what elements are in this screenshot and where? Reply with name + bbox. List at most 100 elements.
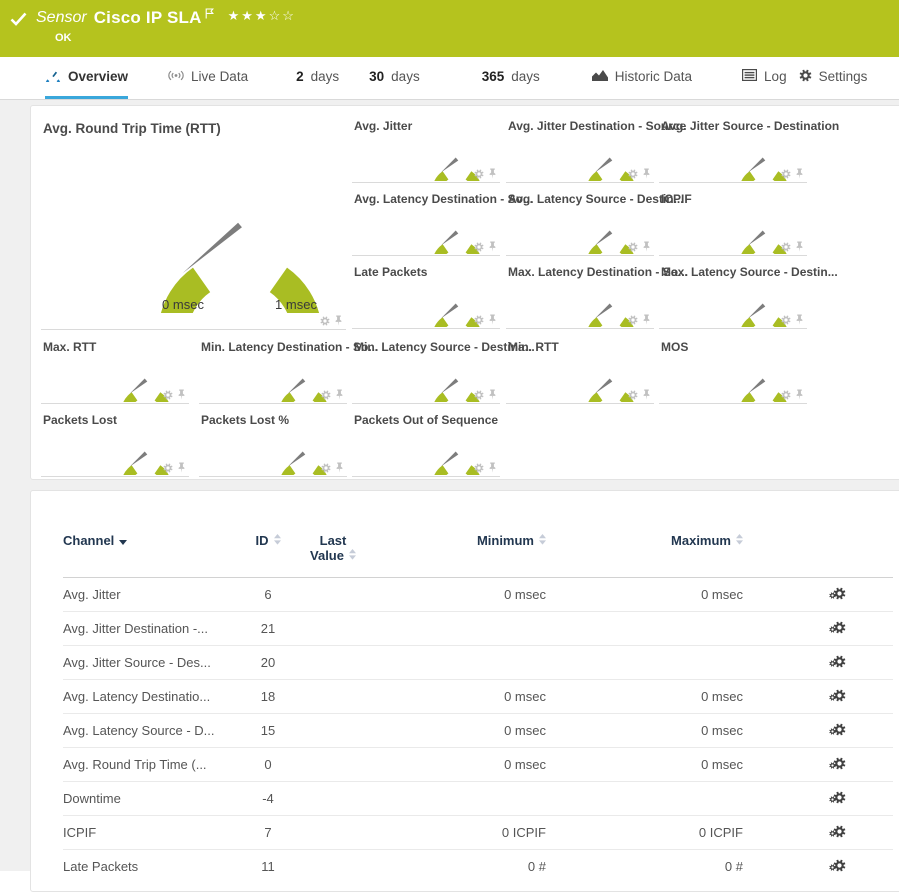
tab-settings[interactable]: Settings bbox=[799, 57, 868, 99]
panel-actions bbox=[781, 314, 804, 325]
sort-icon bbox=[349, 548, 356, 563]
log-icon bbox=[742, 69, 757, 84]
gauge-panel: Avg. Latency Source - Destin... bbox=[506, 186, 654, 256]
gear-icon[interactable] bbox=[163, 390, 173, 400]
gauge-icon bbox=[45, 68, 61, 85]
channel-minimum: 0 msec bbox=[363, 680, 546, 714]
tab-log[interactable]: Log bbox=[742, 57, 787, 99]
pin-icon[interactable] bbox=[642, 168, 651, 179]
pin-icon[interactable] bbox=[795, 389, 804, 400]
gear-icon[interactable] bbox=[781, 242, 791, 252]
col-header-channel[interactable]: Channel bbox=[63, 533, 233, 578]
col-header-id[interactable]: ID bbox=[233, 533, 303, 578]
sort-icon bbox=[539, 533, 546, 548]
channel-maximum: 0 msec bbox=[546, 578, 743, 612]
channel-name[interactable]: Avg. Latency Source - D... bbox=[63, 714, 233, 748]
channel-id: -4 bbox=[233, 782, 303, 816]
gauge-title: Min. Latency Destination - So... bbox=[199, 334, 347, 354]
channel-settings-icon[interactable] bbox=[833, 621, 846, 634]
gear-icon[interactable] bbox=[474, 242, 484, 252]
gear-icon[interactable] bbox=[628, 169, 638, 179]
channel-id: 7 bbox=[233, 816, 303, 850]
tab-overview[interactable]: Overview bbox=[45, 57, 128, 99]
channel-settings-icon[interactable] bbox=[833, 859, 846, 872]
pin-icon[interactable] bbox=[177, 462, 186, 473]
channel-settings-icon[interactable] bbox=[833, 757, 846, 770]
tab-live-data[interactable]: Live Data bbox=[168, 57, 248, 99]
channel-minimum bbox=[363, 646, 546, 680]
col-header-actions bbox=[743, 533, 893, 578]
pin-icon[interactable] bbox=[488, 168, 497, 179]
pin-icon[interactable] bbox=[488, 241, 497, 252]
pin-icon[interactable] bbox=[795, 241, 804, 252]
channel-name[interactable]: Avg. Jitter Destination -... bbox=[63, 612, 233, 646]
pin-icon[interactable] bbox=[795, 168, 804, 179]
gear-icon[interactable] bbox=[320, 316, 330, 326]
pin-icon[interactable] bbox=[642, 241, 651, 252]
channel-settings-icon[interactable] bbox=[833, 723, 846, 736]
channel-settings-icon[interactable] bbox=[833, 587, 846, 600]
gear-icon[interactable] bbox=[628, 315, 638, 325]
gear-icon[interactable] bbox=[781, 390, 791, 400]
pin-icon[interactable] bbox=[795, 314, 804, 325]
channel-maximum: 0 msec bbox=[546, 748, 743, 782]
pin-icon[interactable] bbox=[334, 315, 343, 326]
pin-icon[interactable] bbox=[642, 314, 651, 325]
panel-actions bbox=[474, 389, 497, 400]
gauge-title: Avg. Jitter Source - Destination bbox=[659, 113, 807, 133]
channel-settings-icon[interactable] bbox=[833, 791, 846, 804]
tab-365-days[interactable]: 365days bbox=[482, 57, 540, 99]
priority-stars[interactable]: ★★★☆☆ bbox=[228, 8, 296, 24]
panel-actions bbox=[781, 241, 804, 252]
gear-icon[interactable] bbox=[781, 315, 791, 325]
channel-id: 11 bbox=[233, 850, 303, 884]
gear-icon[interactable] bbox=[628, 390, 638, 400]
channel-last-value bbox=[303, 714, 363, 748]
channel-name[interactable]: Avg. Jitter Source - Des... bbox=[63, 646, 233, 680]
tab-historic-data[interactable]: Historic Data bbox=[592, 57, 692, 99]
col-header-maximum[interactable]: Maximum bbox=[546, 533, 743, 578]
channel-row: ICPIF70 ICPIF0 ICPIF bbox=[63, 816, 893, 850]
gear-icon[interactable] bbox=[781, 169, 791, 179]
panel-actions bbox=[628, 314, 651, 325]
channel-name[interactable]: Downtime bbox=[63, 782, 233, 816]
channel-name[interactable]: Avg. Jitter bbox=[63, 578, 233, 612]
gear-icon[interactable] bbox=[321, 390, 331, 400]
channel-last-value bbox=[303, 680, 363, 714]
status-check-icon bbox=[10, 12, 27, 26]
pin-icon[interactable] bbox=[335, 462, 344, 473]
channel-settings-icon[interactable] bbox=[833, 689, 846, 702]
gear-icon[interactable] bbox=[474, 390, 484, 400]
channel-name[interactable]: ICPIF bbox=[63, 816, 233, 850]
channel-name[interactable]: Avg. Round Trip Time (... bbox=[63, 748, 233, 782]
gauge-panel: Avg. Jitter Destination - Source bbox=[506, 113, 654, 183]
table-header-row: Channel ID Last Value Minimum Maximum bbox=[63, 533, 893, 578]
gear-icon[interactable] bbox=[474, 315, 484, 325]
pin-icon[interactable] bbox=[642, 389, 651, 400]
gear-icon[interactable] bbox=[628, 242, 638, 252]
channel-name[interactable]: Avg. Latency Destinatio... bbox=[63, 680, 233, 714]
col-header-last-value[interactable]: Last Value bbox=[303, 533, 363, 578]
channel-row: Downtime-4 bbox=[63, 782, 893, 816]
gauge-panel: Min. RTT bbox=[506, 334, 654, 404]
gear-icon[interactable] bbox=[474, 169, 484, 179]
col-header-minimum[interactable]: Minimum bbox=[363, 533, 546, 578]
tab-2-days[interactable]: 2days bbox=[296, 57, 339, 99]
gear-icon[interactable] bbox=[163, 463, 173, 473]
pin-icon[interactable] bbox=[488, 314, 497, 325]
panel-actions bbox=[628, 389, 651, 400]
gear-icon[interactable] bbox=[474, 463, 484, 473]
area-chart-icon bbox=[592, 69, 608, 84]
flag-icon[interactable] bbox=[205, 8, 214, 19]
channel-maximum: 0 ICPIF bbox=[546, 816, 743, 850]
channel-settings-icon[interactable] bbox=[833, 825, 846, 838]
channel-name[interactable]: Late Packets bbox=[63, 850, 233, 884]
pin-icon[interactable] bbox=[488, 462, 497, 473]
pin-icon[interactable] bbox=[335, 389, 344, 400]
channel-settings-icon[interactable] bbox=[833, 655, 846, 668]
pin-icon[interactable] bbox=[177, 389, 186, 400]
gear-icon[interactable] bbox=[321, 463, 331, 473]
panel-actions bbox=[163, 389, 186, 400]
tab-30-days[interactable]: 30days bbox=[369, 57, 420, 99]
pin-icon[interactable] bbox=[488, 389, 497, 400]
